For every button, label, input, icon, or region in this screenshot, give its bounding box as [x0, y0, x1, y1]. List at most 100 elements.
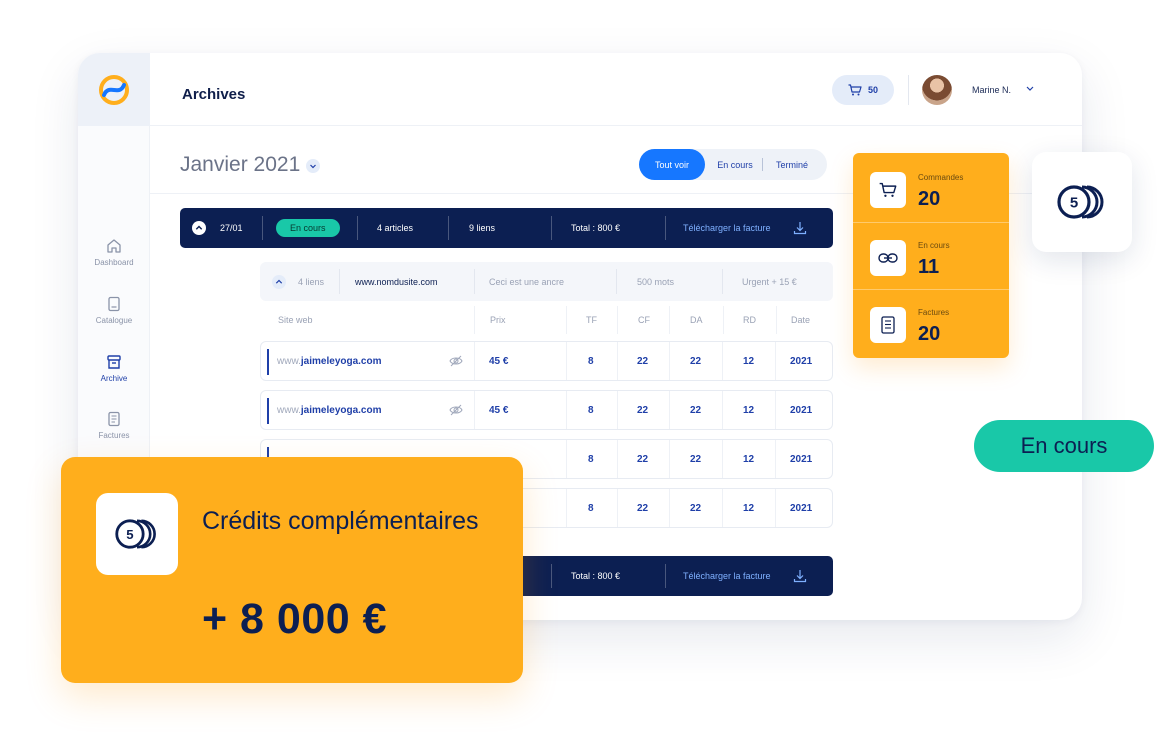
- date-cell: 2021: [790, 404, 813, 416]
- divider: [665, 564, 666, 588]
- collapse-button[interactable]: [192, 208, 206, 248]
- rd-cell: 12: [743, 453, 755, 465]
- urgent-option: Urgent + 15 €: [742, 276, 797, 287]
- stat-commandes[interactable]: Commandes 20: [853, 155, 1009, 223]
- divider: [722, 489, 723, 527]
- sidebar-item-catalogue[interactable]: Catalogue: [78, 296, 150, 325]
- date-cell: 2021: [790, 355, 813, 367]
- site-prefix: www.: [277, 404, 301, 416]
- date-cell: 2021: [790, 502, 813, 514]
- credit-card: 5 Crédits complémentaires + 8 000 €: [61, 457, 523, 683]
- coins-icon: 5: [115, 519, 156, 549]
- sidebar-item-factures[interactable]: Factures: [78, 411, 150, 440]
- stat-label: En cours: [918, 241, 950, 250]
- tab-tout-voir[interactable]: Tout voir: [639, 149, 705, 180]
- cf-cell: 22: [637, 502, 649, 514]
- order-bar[interactable]: 27/01 En cours 4 articles 9 liens Total …: [180, 208, 833, 248]
- divider: [722, 391, 723, 429]
- sidebar-item-archive[interactable]: Archive: [78, 354, 150, 383]
- anchor-text: Ceci est une ancre: [489, 276, 565, 287]
- target-site: www.nomdusite.com: [355, 276, 438, 287]
- divider: [775, 440, 776, 478]
- rd-cell: 12: [743, 404, 755, 416]
- stat-value: 20: [918, 323, 941, 345]
- order-total: Total : 800 €: [571, 223, 621, 233]
- chevron-up-icon: [272, 274, 286, 289]
- chevron-up-icon: [192, 221, 206, 235]
- stat-label: Commandes: [918, 173, 964, 182]
- cart-button[interactable]: 50: [832, 75, 894, 105]
- download-invoice-link[interactable]: Télécharger la facture: [683, 208, 771, 248]
- divider: [448, 216, 449, 240]
- divider: [776, 306, 777, 334]
- divider: [551, 564, 552, 588]
- tab-en-cours[interactable]: En cours: [709, 149, 761, 180]
- divider: [669, 440, 670, 478]
- coin-number: 5: [1070, 195, 1078, 212]
- column-header: RD: [743, 315, 756, 325]
- download-invoice-link[interactable]: Télécharger la facture: [683, 556, 771, 596]
- month-title: Janvier 2021: [180, 153, 301, 176]
- date-cell: 2021: [790, 453, 813, 465]
- collapse-button[interactable]: [272, 262, 286, 301]
- table-row[interactable]: www. jaimeleyoga.com 45 € 8 22 22 12 2021: [260, 390, 833, 430]
- column-header: Prix: [490, 315, 506, 325]
- row-accent: [267, 398, 269, 424]
- chevron-down-icon: [310, 164, 316, 169]
- divider: [566, 489, 567, 527]
- hide-icon[interactable]: [449, 342, 463, 380]
- stat-en-cours[interactable]: En cours 11: [853, 222, 1009, 290]
- credit-amount: + 8 000 €: [202, 595, 388, 643]
- site-url[interactable]: www. jaimeleyoga.com: [277, 391, 382, 429]
- cart-icon: [870, 172, 906, 208]
- invoice-icon: [870, 307, 906, 343]
- divider: [665, 216, 666, 240]
- divider: [669, 342, 670, 380]
- divider: [474, 306, 475, 334]
- divider: [617, 342, 618, 380]
- stat-factures[interactable]: Factures 20: [853, 289, 1009, 357]
- row-accent: [267, 349, 269, 375]
- user-name[interactable]: Marine N.: [972, 85, 1011, 95]
- divider: [474, 391, 475, 429]
- order-articles: 4 articles: [377, 223, 414, 233]
- column-header: Site web: [278, 315, 313, 325]
- divider: [566, 342, 567, 380]
- order-links: 9 liens: [469, 223, 496, 233]
- divider: [617, 440, 618, 478]
- column-header: CF: [638, 315, 650, 325]
- avatar[interactable]: [922, 75, 952, 105]
- hide-icon[interactable]: [449, 391, 463, 429]
- divider: [566, 440, 567, 478]
- link-icon: [870, 240, 906, 276]
- logo[interactable]: [78, 53, 150, 126]
- credit-title: Crédits complémentaires: [202, 507, 479, 535]
- download-icon[interactable]: [793, 208, 807, 248]
- sidebar-item-dashboard[interactable]: Dashboard: [78, 238, 150, 267]
- divider: [775, 391, 776, 429]
- stat-value: 20: [918, 188, 941, 210]
- cf-cell: 22: [637, 355, 649, 367]
- cf-cell: 22: [637, 404, 649, 416]
- link-group-header[interactable]: 4 liens www.nomdusite.com Ceci est une a…: [260, 262, 833, 301]
- stat-label: Factures: [918, 308, 950, 317]
- coin-card: 5: [1032, 152, 1132, 252]
- site-prefix: www.: [277, 355, 301, 367]
- table-row[interactable]: www. jaimeleyoga.com 45 € 8 22 22 12 2021: [260, 341, 833, 381]
- column-header: TF: [586, 315, 597, 325]
- page-title: Archives: [182, 86, 246, 103]
- divider: [617, 391, 618, 429]
- tab-termine[interactable]: Terminé: [765, 149, 819, 180]
- da-cell: 22: [690, 355, 702, 367]
- divider: [339, 269, 340, 294]
- divider: [669, 489, 670, 527]
- download-icon[interactable]: [793, 556, 807, 596]
- price-cell: 45 €: [489, 404, 509, 416]
- tf-cell: 8: [588, 453, 594, 465]
- divider: [669, 391, 670, 429]
- divider: [722, 269, 723, 294]
- chevron-down-icon[interactable]: [1025, 83, 1035, 93]
- cf-cell: 22: [637, 453, 649, 465]
- site-url[interactable]: www. jaimeleyoga.com: [277, 342, 382, 380]
- month-dropdown[interactable]: [306, 159, 320, 173]
